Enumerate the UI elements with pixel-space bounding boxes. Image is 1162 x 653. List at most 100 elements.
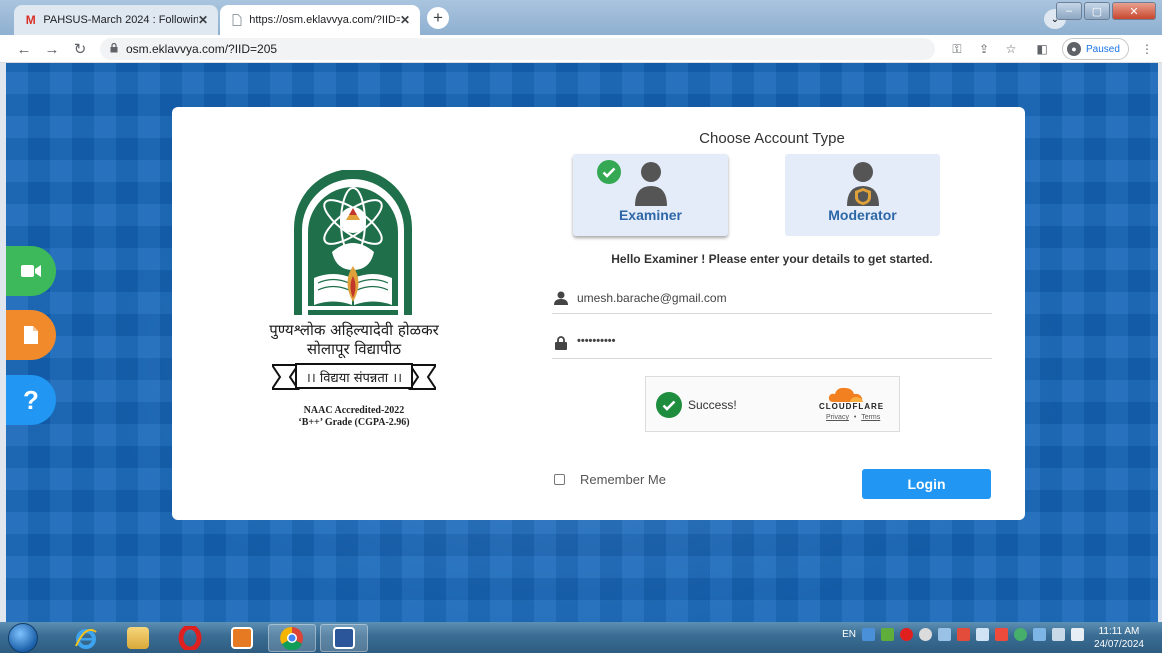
- forward-icon[interactable]: →: [42, 39, 62, 59]
- cloudflare-brand: CLOUDFLARE: [819, 402, 885, 411]
- side-panel-icon[interactable]: ◧: [1033, 40, 1051, 58]
- close-tab-icon[interactable]: ✕: [400, 13, 410, 27]
- tray-app-icon[interactable]: [1033, 628, 1046, 641]
- password-field[interactable]: ••••••••••: [552, 329, 992, 359]
- close-tab-icon[interactable]: ✕: [198, 13, 208, 27]
- maximize-icon[interactable]: ▢: [1084, 2, 1110, 20]
- remember-me-label: Remember Me: [580, 472, 666, 487]
- new-tab-button[interactable]: +: [427, 7, 449, 29]
- captcha-status: Success!: [688, 398, 737, 412]
- speaker-icon[interactable]: [1071, 628, 1084, 641]
- choose-account-title: Choose Account Type: [699, 130, 845, 147]
- university-seal: [294, 170, 412, 315]
- tab-eklavvya[interactable]: https://osm.eklavvya.com/?IID=2 ✕: [220, 5, 420, 35]
- taskbar-explorer[interactable]: [114, 624, 162, 652]
- clock-time: 11:11 AM: [1098, 626, 1140, 637]
- folder-icon: [127, 627, 149, 649]
- examiner-label: Examiner: [618, 207, 683, 223]
- cloudflare-turnstile[interactable]: Success! CLOUDFLARE Privacy • Terms: [645, 376, 900, 432]
- key-icon[interactable]: ⚿: [948, 40, 966, 58]
- tray-app-icon[interactable]: [938, 628, 951, 641]
- motto-text: ।। विद्यया संपन्नता ।।: [305, 371, 403, 386]
- taskbar-chrome[interactable]: [268, 624, 316, 652]
- profile-avatar-icon: ●: [1067, 42, 1081, 56]
- examiner-user-icon: [635, 162, 667, 206]
- lock-icon: [110, 42, 118, 55]
- remember-me[interactable]: Remember Me: [554, 472, 666, 487]
- tray-app-icon[interactable]: [881, 628, 894, 641]
- page-icon: [230, 14, 243, 26]
- taskbar-clock[interactable]: 11:11 AM 24/07/2024: [1094, 625, 1144, 651]
- account-type-moderator[interactable]: Moderator: [785, 154, 940, 236]
- tab-gmail[interactable]: M PAHSUS-March 2024 : Following ✕: [14, 5, 218, 35]
- url-text: osm.eklavvya.com/?IID=205: [126, 42, 278, 56]
- page-background: ? पुण्यश्लोक अहिल्यादेवी होळकर सोलापूर व…: [6, 63, 1158, 622]
- tray-app-icon[interactable]: [862, 628, 875, 641]
- naac-accreditation: NAAC Accredited-2022: [303, 405, 405, 416]
- browser-toolbar: ← → ↻ osm.eklavvya.com/?IID=205 ⚿ ⇪ ☆ ◧ …: [0, 35, 1162, 63]
- window-controls: – ▢ ✕: [1056, 2, 1156, 20]
- document-help-button[interactable]: [6, 310, 56, 360]
- tray-app-icon[interactable]: [957, 628, 970, 641]
- moderator-user-shield-icon: [847, 162, 879, 206]
- address-bar[interactable]: osm.eklavvya.com/?IID=205: [100, 38, 935, 60]
- password-value: ••••••••••: [577, 335, 616, 347]
- naac-grade: ‘B++’ Grade (CGPA-2.96): [298, 417, 410, 428]
- terms-link[interactable]: Terms: [861, 414, 880, 421]
- university-name-line1: पुण्यश्लोक अहिल्यादेवी होळकर: [269, 321, 439, 339]
- menu-kebab-icon[interactable]: ⋮: [1138, 40, 1156, 58]
- language-indicator[interactable]: EN: [842, 629, 856, 640]
- tray-app-icon[interactable]: [919, 628, 932, 641]
- profile-status: Paused: [1086, 43, 1120, 55]
- tab-title: PAHSUS-March 2024 : Following: [43, 14, 198, 26]
- taskbar-media[interactable]: [218, 624, 266, 652]
- taskbar-ie[interactable]: [62, 624, 110, 652]
- gmail-icon: M: [25, 13, 36, 27]
- selected-check-icon: [597, 160, 621, 184]
- back-icon[interactable]: ←: [14, 39, 34, 59]
- login-card: पुण्यश्लोक अहिल्यादेवी होळकर सोलापूर विद…: [172, 107, 1025, 520]
- system-tray: EN: [842, 628, 1084, 641]
- tray-app-icon[interactable]: [1052, 628, 1065, 641]
- taskbar-word[interactable]: [320, 624, 368, 652]
- profile-button[interactable]: ● Paused: [1062, 38, 1129, 60]
- link-separator: •: [853, 414, 857, 421]
- media-player-icon: [231, 627, 253, 649]
- tray-flag-icon[interactable]: [995, 628, 1008, 641]
- greeting-text: Hello Examiner ! Please enter your detai…: [611, 252, 933, 266]
- help-label: ?: [23, 384, 39, 415]
- minimize-icon[interactable]: –: [1056, 2, 1082, 20]
- browser-tab-strip: M PAHSUS-March 2024 : Following ✕ https:…: [0, 0, 1162, 35]
- tray-opera-icon[interactable]: [900, 628, 913, 641]
- document-icon: [24, 326, 38, 344]
- success-check-icon: [656, 392, 682, 418]
- lock-icon: [555, 336, 567, 350]
- privacy-link[interactable]: Privacy: [826, 414, 849, 421]
- email-value: umesh.barache@gmail.com: [577, 291, 727, 305]
- user-icon: [554, 291, 568, 305]
- bookmark-star-icon[interactable]: ☆: [1002, 40, 1020, 58]
- video-camera-icon: [21, 265, 41, 277]
- account-type-examiner[interactable]: Examiner: [573, 154, 728, 236]
- opera-icon: [178, 626, 202, 650]
- tray-app-icon[interactable]: [976, 628, 989, 641]
- email-field[interactable]: umesh.barache@gmail.com: [552, 284, 992, 314]
- captcha-links: Privacy • Terms: [826, 414, 880, 421]
- internet-explorer-icon: [75, 628, 97, 649]
- tab-title: https://osm.eklavvya.com/?IID=2: [249, 14, 400, 26]
- remember-me-checkbox[interactable]: [554, 474, 565, 485]
- help-button[interactable]: ?: [6, 375, 56, 425]
- word-icon: [333, 627, 355, 649]
- clock-date: 24/07/2024: [1093, 639, 1144, 650]
- windows-taskbar: EN 11:11 AM 24/07/2024: [0, 622, 1162, 653]
- login-button[interactable]: Login: [862, 469, 991, 499]
- university-name-line2: सोलापूर विद्यापीठ: [306, 340, 402, 358]
- share-icon[interactable]: ⇪: [975, 40, 993, 58]
- start-button[interactable]: [8, 623, 38, 653]
- video-help-button[interactable]: [6, 246, 56, 296]
- moderator-label: Moderator: [828, 207, 897, 223]
- tray-app-icon[interactable]: [1014, 628, 1027, 641]
- taskbar-opera[interactable]: [166, 624, 214, 652]
- close-window-icon[interactable]: ✕: [1112, 2, 1156, 20]
- reload-icon[interactable]: ↻: [70, 39, 90, 59]
